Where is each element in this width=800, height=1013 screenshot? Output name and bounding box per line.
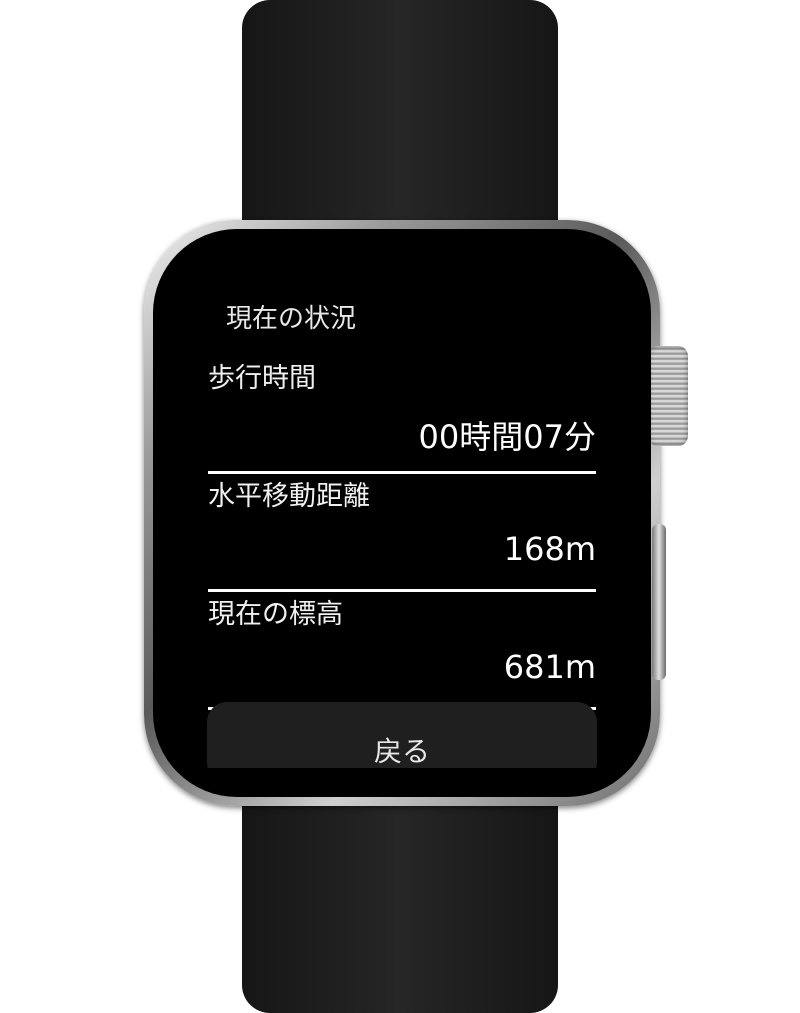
back-button-label: 戻る [373,735,430,768]
metric-row-walking-time: 歩行時間 00時間07分 [208,356,596,474]
digital-crown[interactable] [648,346,688,446]
current-altitude-label: 現在の標高 [208,599,343,630]
horizontal-distance-label: 水平移動距離 [208,481,370,512]
metric-row-horizontal-distance: 水平移動距離 168m [208,474,596,592]
side-button[interactable] [652,524,666,680]
metric-row-current-altitude: 現在の標高 681m [208,592,596,710]
watch-band-bottom [242,770,558,1013]
walking-time-value: 00時間07分 [418,418,596,456]
current-altitude-value: 681m [503,648,596,686]
horizontal-distance-value: 168m [503,530,596,568]
screen-title: 現在の状況 [226,304,357,334]
back-button[interactable]: 戻る [207,702,597,768]
watch-screen: 現在の状況 歩行時間 00時間07分 水平移動距離 168m 現在の標高 681… [202,272,602,768]
walking-time-label: 歩行時間 [208,363,316,394]
